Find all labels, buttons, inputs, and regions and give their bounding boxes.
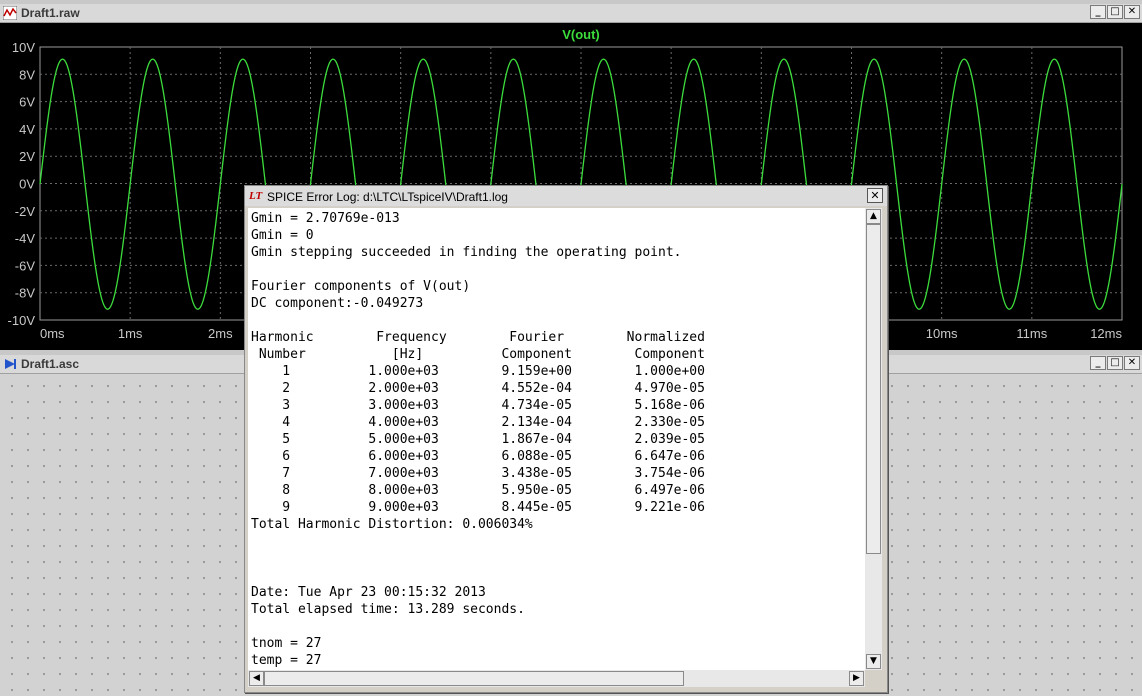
x-tick-label: 1ms [118, 326, 143, 341]
schematic-window-title: Draft1.asc [21, 357, 80, 371]
ltspice-logo-icon: LT [249, 190, 263, 202]
spice-error-log-window: LT SPICE Error Log: d:\LTC\LTspiceIV\Dra… [244, 185, 888, 693]
horizontal-scrollbar[interactable]: ◀ ▶ [248, 670, 865, 687]
maximize-button[interactable]: □ [1107, 5, 1123, 19]
log-line: Total Harmonic Distortion: 0.006034% [251, 517, 533, 532]
log-line: Harmonic Frequency Fourier Normalized [251, 330, 705, 345]
y-tick-label: 0V [19, 177, 35, 192]
log-line: Gmin = 0 [251, 228, 314, 243]
waveform-icon [3, 6, 17, 20]
log-line: 1 1.000e+03 9.159e+00 1.000e+00 [251, 364, 705, 379]
y-tick-label: -4V [15, 231, 36, 246]
log-line: 7 7.000e+03 3.438e-05 3.754e-06 [251, 466, 705, 481]
waveform-window-titlebar[interactable]: Draft1.raw _ □ ✕ [0, 4, 1142, 23]
trace-label-vout[interactable]: V(out) [562, 27, 600, 42]
log-text-area[interactable]: Gmin = 2.70769e-013 Gmin = 0 Gmin steppi… [248, 208, 865, 670]
log-line: 6 6.000e+03 6.088e-05 6.647e-06 [251, 449, 705, 464]
log-window-titlebar[interactable]: LT SPICE Error Log: d:\LTC\LTspiceIV\Dra… [245, 186, 887, 206]
log-line: Gmin = 2.70769e-013 [251, 211, 400, 226]
log-line: Fourier components of V(out) [251, 279, 471, 294]
y-tick-label: 2V [19, 149, 35, 164]
y-tick-label: -6V [15, 258, 36, 273]
scroll-up-button[interactable]: ▲ [866, 209, 881, 224]
vertical-scrollbar[interactable]: ▲ ▼ [865, 208, 882, 670]
scroll-down-button[interactable]: ▼ [866, 654, 881, 669]
y-tick-label: 4V [19, 122, 35, 137]
minimize-button[interactable]: _ [1090, 356, 1106, 370]
waveform-window-title: Draft1.raw [21, 6, 80, 20]
log-line: DC component:-0.049273 [251, 296, 424, 311]
log-line: tnom = 27 [251, 636, 322, 651]
x-tick-label: 10ms [926, 326, 958, 341]
horizontal-scroll-thumb[interactable] [264, 671, 684, 686]
log-window-title: SPICE Error Log: d:\LTC\LTspiceIV\Draft1… [267, 190, 508, 204]
vertical-scroll-thumb[interactable] [866, 224, 881, 554]
log-line: Gmin stepping succeeded in finding the o… [251, 245, 682, 260]
log-line: 5 5.000e+03 1.867e-04 2.039e-05 [251, 432, 705, 447]
x-tick-label: 0ms [40, 326, 65, 341]
y-tick-label: 8V [19, 67, 35, 82]
scroll-right-button[interactable]: ▶ [849, 671, 864, 686]
minimize-button[interactable]: _ [1090, 5, 1106, 19]
log-line: Number [Hz] Component Component [251, 347, 705, 362]
close-button[interactable]: ✕ [867, 188, 883, 203]
scroll-left-button[interactable]: ◀ [249, 671, 264, 686]
log-line: temp = 27 [251, 653, 322, 668]
x-tick-label: 12ms [1090, 326, 1122, 341]
log-line: Date: Tue Apr 23 00:15:32 2013 [251, 585, 486, 600]
log-line: Total elapsed time: 13.289 seconds. [251, 602, 525, 617]
schematic-icon [5, 359, 16, 369]
x-tick-label: 2ms [208, 326, 233, 341]
x-tick-label: 11ms [1016, 326, 1047, 341]
log-line: 4 4.000e+03 2.134e-04 2.330e-05 [251, 415, 705, 430]
y-tick-label: -8V [15, 286, 36, 301]
y-tick-label: 6V [19, 95, 35, 110]
close-button[interactable]: ✕ [1124, 5, 1140, 19]
log-line: 8 8.000e+03 5.950e-05 6.497e-06 [251, 483, 705, 498]
y-tick-label: -2V [15, 204, 36, 219]
log-line: 2 2.000e+03 4.552e-04 4.970e-05 [251, 381, 705, 396]
scrollbar-corner [865, 670, 882, 687]
log-content: Gmin = 2.70769e-013 Gmin = 0 Gmin steppi… [248, 208, 865, 669]
maximize-button[interactable]: □ [1107, 356, 1123, 370]
log-line: 9 9.000e+03 8.445e-05 9.221e-06 [251, 500, 705, 515]
log-line: 3 3.000e+03 4.734e-05 5.168e-06 [251, 398, 705, 413]
y-tick-label: 10V [12, 40, 35, 55]
y-tick-label: -10V [8, 313, 36, 328]
close-button[interactable]: ✕ [1124, 356, 1140, 370]
